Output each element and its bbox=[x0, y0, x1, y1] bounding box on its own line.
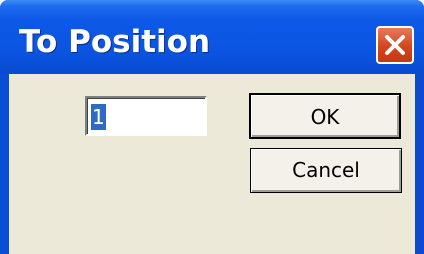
close-icon bbox=[385, 35, 405, 55]
dialog-window: To Position 1 OK Cancel bbox=[0, 0, 424, 254]
dialog-client-area: 1 OK Cancel bbox=[9, 74, 415, 254]
position-input[interactable]: 1 bbox=[85, 96, 207, 136]
cancel-button[interactable]: Cancel bbox=[250, 148, 402, 193]
title-bar[interactable]: To Position bbox=[0, 0, 424, 74]
ok-button[interactable]: OK bbox=[249, 93, 401, 139]
window-title: To Position bbox=[19, 24, 211, 60]
position-input-value: 1 bbox=[91, 104, 106, 130]
close-button[interactable] bbox=[376, 26, 414, 64]
window-frame-right bbox=[415, 74, 424, 254]
